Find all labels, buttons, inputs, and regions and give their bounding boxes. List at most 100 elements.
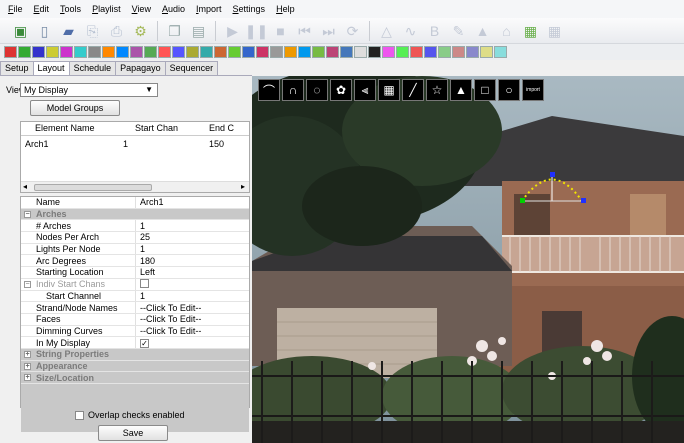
effect-icon[interactable] [452,46,465,58]
icicle-icon[interactable]: ⫷ [354,79,376,101]
column-header-end-chan[interactable]: End C [191,122,249,135]
category-arches[interactable]: − Arches [21,208,249,221]
property-row-in-my-display[interactable]: In My Display ✓ [21,337,249,349]
arch-start-handle[interactable] [520,198,525,203]
effect-icon[interactable] [340,46,353,58]
effect-icon[interactable] [116,46,129,58]
effect-icon[interactable] [494,46,507,58]
property-row-lights-per-node[interactable]: Lights Per Node 1 [21,243,249,256]
column-header-element-name[interactable]: Element Name [21,122,111,135]
effect-icon[interactable] [60,46,73,58]
effect-icon[interactable] [158,46,171,58]
effect-icon[interactable] [312,46,325,58]
arch-end-handle[interactable] [581,198,586,203]
color-icon[interactable]: ▦ [520,20,541,41]
effect-icon[interactable] [214,46,227,58]
brush-icon[interactable]: ✎ [448,20,469,41]
loop-icon[interactable]: ⟳ [342,20,363,41]
effect-icon[interactable] [382,46,395,58]
expand-icon[interactable]: + [24,350,31,358]
property-value[interactable]: Left [136,267,155,277]
effect-icon[interactable] [298,46,311,58]
property-row-nodes-per-arch[interactable]: Nodes Per Arch 25 [21,232,249,244]
collapse-icon[interactable]: − [24,280,31,288]
effect-icon[interactable] [284,46,297,58]
save-sequence-icon[interactable]: ▣ [10,20,31,41]
settings-gear-icon[interactable]: ⚙ [130,20,151,41]
category-size-location[interactable]: + Size/Location [21,372,249,384]
property-row-starting-location[interactable]: Starting Location Left [21,267,249,279]
overlap-checks[interactable]: Overlap checks enabled [75,410,185,420]
menu-tools[interactable]: Tools [60,4,81,14]
overlap-checkbox[interactable] [75,410,84,420]
effect-icon[interactable] [74,46,87,58]
tree-icon[interactable]: ▲ [472,20,493,41]
effect-icon[interactable] [32,46,45,58]
letter-b-icon[interactable]: B [424,20,445,41]
tab-papagayo[interactable]: Papagayo [115,61,166,75]
save-button[interactable]: Save [98,425,168,441]
single-line-icon[interactable]: ╱ [402,79,424,101]
property-value[interactable]: 25 [136,232,150,242]
effect-icon[interactable] [424,46,437,58]
menu-playlist[interactable]: Playlist [92,4,121,14]
tab-sequencer[interactable]: Sequencer [164,61,219,75]
expand-icon[interactable]: + [24,374,31,382]
layout-preview-canvas[interactable] [252,76,684,443]
property-row-dimming-curves[interactable]: Dimming Curves --Click To Edit-- [21,325,249,338]
grid-icon[interactable]: ▦ [544,20,565,41]
candy-cane-icon[interactable]: ∩ [282,79,304,101]
stop-icon[interactable]: ■ [270,20,291,41]
wreath-icon[interactable]: ○ [498,79,520,101]
tab-setup[interactable]: Setup [0,61,34,75]
effect-icon[interactable] [46,46,59,58]
arch-icon[interactable]: ⌒ [258,79,280,101]
effect-icon[interactable] [228,46,241,58]
tab-schedule[interactable]: Schedule [68,61,117,75]
property-row-faces[interactable]: Faces --Click To Edit-- [21,313,249,326]
table-row[interactable]: Arch1 1 150 [21,137,249,151]
indiv-start-chans-checkbox[interactable] [140,278,149,288]
scroll-left-icon[interactable]: ◂ [23,182,27,191]
category-string-properties[interactable]: + String Properties [21,348,249,361]
effect-icon[interactable] [88,46,101,58]
property-row-strand-node-names[interactable]: Strand/Node Names --Click To Edit-- [21,302,249,314]
tab-layout[interactable]: Layout [32,61,70,76]
effect-icon[interactable] [102,46,115,58]
arch-height-handle[interactable] [550,172,555,177]
wave-icon[interactable]: ∿ [400,20,421,41]
property-value[interactable]: 180 [136,256,155,266]
effect-icon[interactable] [326,46,339,58]
copy-icon[interactable]: ❐ [164,20,185,41]
effect-icon[interactable] [410,46,423,58]
effect-icon[interactable] [200,46,213,58]
circle-icon[interactable]: ◌ [306,79,328,101]
effect-icon[interactable] [270,46,283,58]
effect-icon[interactable] [242,46,255,58]
view-select[interactable]: My Display ▼ [20,83,158,97]
spinner-icon[interactable]: ✿ [330,79,352,101]
effect-icon[interactable] [466,46,479,58]
menu-help[interactable]: Help [276,4,295,14]
collapse-icon[interactable]: − [24,210,31,218]
matrix-icon[interactable]: ▦ [378,79,400,101]
paste-icon[interactable]: ▤ [188,20,209,41]
triangle-icon[interactable]: △ [376,20,397,41]
window-frame-icon[interactable]: □ [474,79,496,101]
property-row-arc-degrees[interactable]: Arc Degrees 180 [21,255,249,268]
property-value[interactable]: 1 [136,244,145,254]
property-row-start-channel[interactable]: Start Channel 1 [21,290,249,303]
import-button[interactable]: import [522,79,544,101]
column-header-start-chan[interactable]: Start Chan [111,122,191,135]
star-icon[interactable]: ☆ [426,79,448,101]
effect-icon[interactable] [4,46,17,58]
step-back-icon[interactable]: ⏮ [294,20,315,41]
category-appearance[interactable]: + Appearance [21,360,249,373]
property-value[interactable]: 1 [136,291,145,301]
menu-edit[interactable]: Edit [34,4,50,14]
menu-audio[interactable]: Audio [162,4,185,14]
effect-icon[interactable] [130,46,143,58]
property-value[interactable]: --Click To Edit-- [136,303,201,313]
expand-icon[interactable]: + [24,362,31,370]
effect-icon[interactable] [354,46,367,58]
